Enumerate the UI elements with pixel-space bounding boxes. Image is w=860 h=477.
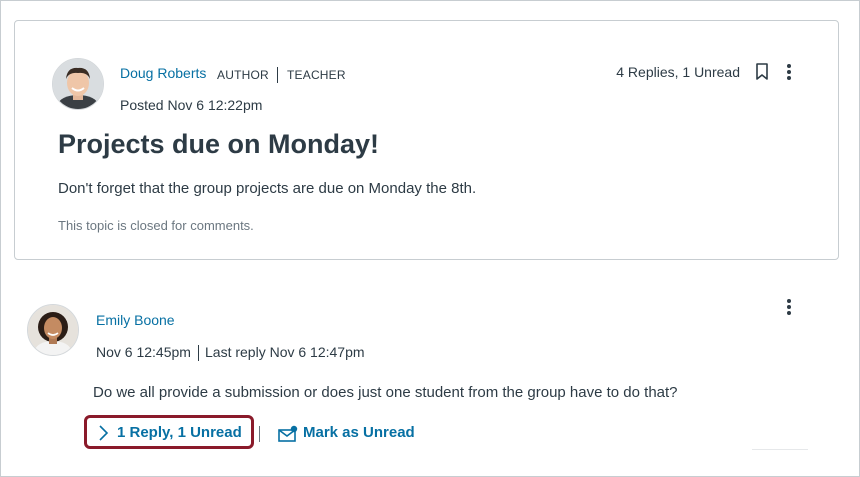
author-role-badge: AUTHOR (217, 68, 269, 82)
divider (752, 449, 808, 450)
bookmark-icon[interactable] (755, 63, 769, 86)
teacher-role-badge: TEACHER (287, 68, 346, 82)
person-photo-icon (28, 305, 78, 355)
more-options-icon[interactable] (786, 63, 792, 86)
reply-author-avatar[interactable] (27, 304, 79, 356)
topic-title: Projects due on Monday! (58, 129, 380, 159)
author-avatar[interactable] (52, 58, 104, 110)
reply-last-reply: Last reply Nov 6 12:47pm (205, 344, 365, 360)
mail-unread-icon (278, 425, 298, 448)
action-separator (259, 426, 260, 442)
reply-author-name[interactable]: Emily Boone (96, 312, 175, 328)
role-separator (277, 67, 278, 83)
topic-closed-note: This topic is closed for comments. (58, 218, 254, 233)
topic-posted-date: Posted Nov 6 12:22pm (120, 97, 263, 113)
person-photo-icon (53, 59, 103, 109)
mark-as-unread-label: Mark as Unread (303, 424, 415, 441)
chevron-right-icon (97, 424, 109, 447)
replies-summary: 4 Replies, 1 Unread (616, 64, 740, 80)
reply-message: Do we all provide a submission or does j… (93, 384, 678, 401)
expand-replies-button[interactable]: 1 Reply, 1 Unread (84, 415, 254, 449)
more-options-icon[interactable] (786, 298, 792, 321)
expand-replies-label: 1 Reply, 1 Unread (117, 424, 242, 441)
reply-timestamp: Nov 6 12:45pm (96, 344, 191, 360)
topic-card: Doug Roberts AUTHOR TEACHER Posted Nov 6… (14, 20, 839, 260)
topic-message: Don't forget that the group projects are… (58, 180, 477, 197)
topic-author-name[interactable]: Doug Roberts (120, 65, 206, 81)
timestamp-separator (198, 345, 199, 361)
